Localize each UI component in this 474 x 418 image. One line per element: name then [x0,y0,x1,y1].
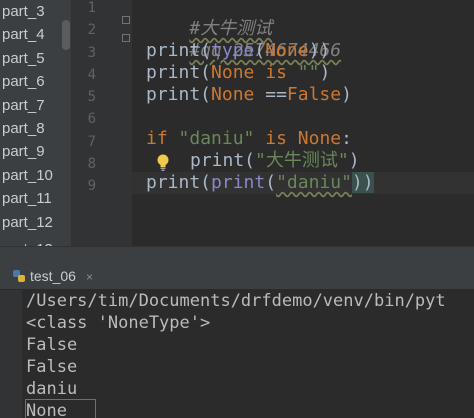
run-tab-label: test_06 [30,268,76,284]
token: ) [348,150,360,171]
tree-item-part-3[interactable]: part_3 [0,0,60,23]
run-console[interactable]: /Users/tim/Documents/drfdemo/venv/bin/py… [0,290,474,418]
tree-item-part-8[interactable]: part_8 [0,117,60,140]
token-keyword: if [146,128,168,149]
token: ( [254,40,266,61]
console-line: <class 'NoneType'> [26,313,211,333]
token-builtin: type [211,40,255,61]
token-keyword: None [211,84,255,105]
token-bracket-match: )) [351,172,374,193]
tree-item-part-13[interactable]: part_13 [0,238,60,246]
token: : [341,128,352,149]
token-keyword: is [265,128,287,149]
token: print( [146,62,212,83]
project-tree: part_3 part_4 part_5 part_6 part_7 part_… [0,0,60,246]
token-builtin: print [211,172,266,193]
console-toolbar [0,290,22,418]
fold-marker-icon[interactable] [122,34,130,42]
lightbulb-icon[interactable] [156,153,170,173]
token: print( [146,172,212,193]
fold-marker-icon[interactable] [122,16,130,24]
line-number: 9 [87,178,96,195]
token-string: "daniu" [178,128,255,149]
token-keyword: is [265,62,287,83]
line-number: 4 [87,66,96,83]
console-line: /Users/tim/Documents/drfdemo/venv/bin/py… [26,291,446,311]
console-line: False [26,335,78,355]
console-line: False [26,357,78,377]
token-string: "" [297,62,320,83]
token-keyword: None [265,40,309,61]
console-line: daniu [26,379,78,399]
code-line-8: print("大牛测试") [190,150,360,172]
tree-item-part-5[interactable]: part_5 [0,47,60,70]
line-number: 5 [87,89,96,106]
code-line-5: print(None ==False) [146,84,352,106]
tree-item-part-9[interactable]: part_9 [0,140,60,163]
line-number: 3 [87,44,96,61]
token: print( [146,84,212,105]
tree-item-part-12[interactable]: part_12 [0,211,60,234]
code-line-7: if "daniu" is None: [146,128,352,150]
tree-item-part-4[interactable]: part_4 [0,23,60,46]
code-editor[interactable]: #大牛测试 #qq 2574674466 print(type(None)) p… [132,0,474,246]
token: ( [265,172,277,193]
scrollbar-thumb[interactable] [62,20,70,50]
token: == [254,84,287,105]
code-line-1: #大牛测试 [146,0,272,39]
token-keyword: False [286,84,342,105]
python-icon [13,270,25,282]
token: print( [146,40,212,61]
tree-item-part-11[interactable]: part_11 [0,187,60,210]
tree-item-part-7[interactable]: part_7 [0,94,60,117]
token: )) [308,40,331,61]
run-tab[interactable]: test_06 × [0,262,103,290]
code-line-3: print(type(None)) [146,40,330,62]
token-string: "大牛测试" [255,150,349,171]
code-line-2: #qq 2574674466 [146,18,341,61]
run-panel-header [0,246,474,262]
tree-scrollbar[interactable] [60,0,72,246]
token-keyword: None [297,128,342,149]
line-number: 8 [87,156,96,173]
token: print( [190,150,256,171]
token: ) [319,62,331,83]
token-string: "daniu" [276,172,352,193]
tree-item-part-10[interactable]: part_10 [0,164,60,187]
code-line-9: print(print("daniu")) [146,172,374,194]
close-icon[interactable]: × [86,270,93,284]
line-number: 7 [87,133,96,150]
console-line-selected: None [25,399,96,418]
token-keyword: None [211,62,255,83]
tree-item-part-6[interactable]: part_6 [0,70,60,93]
run-tab-bar: test_06 × [0,262,474,290]
code-line-4: print(None is "") [146,62,330,84]
line-number: 6 [87,111,96,128]
token: ) [341,84,352,105]
